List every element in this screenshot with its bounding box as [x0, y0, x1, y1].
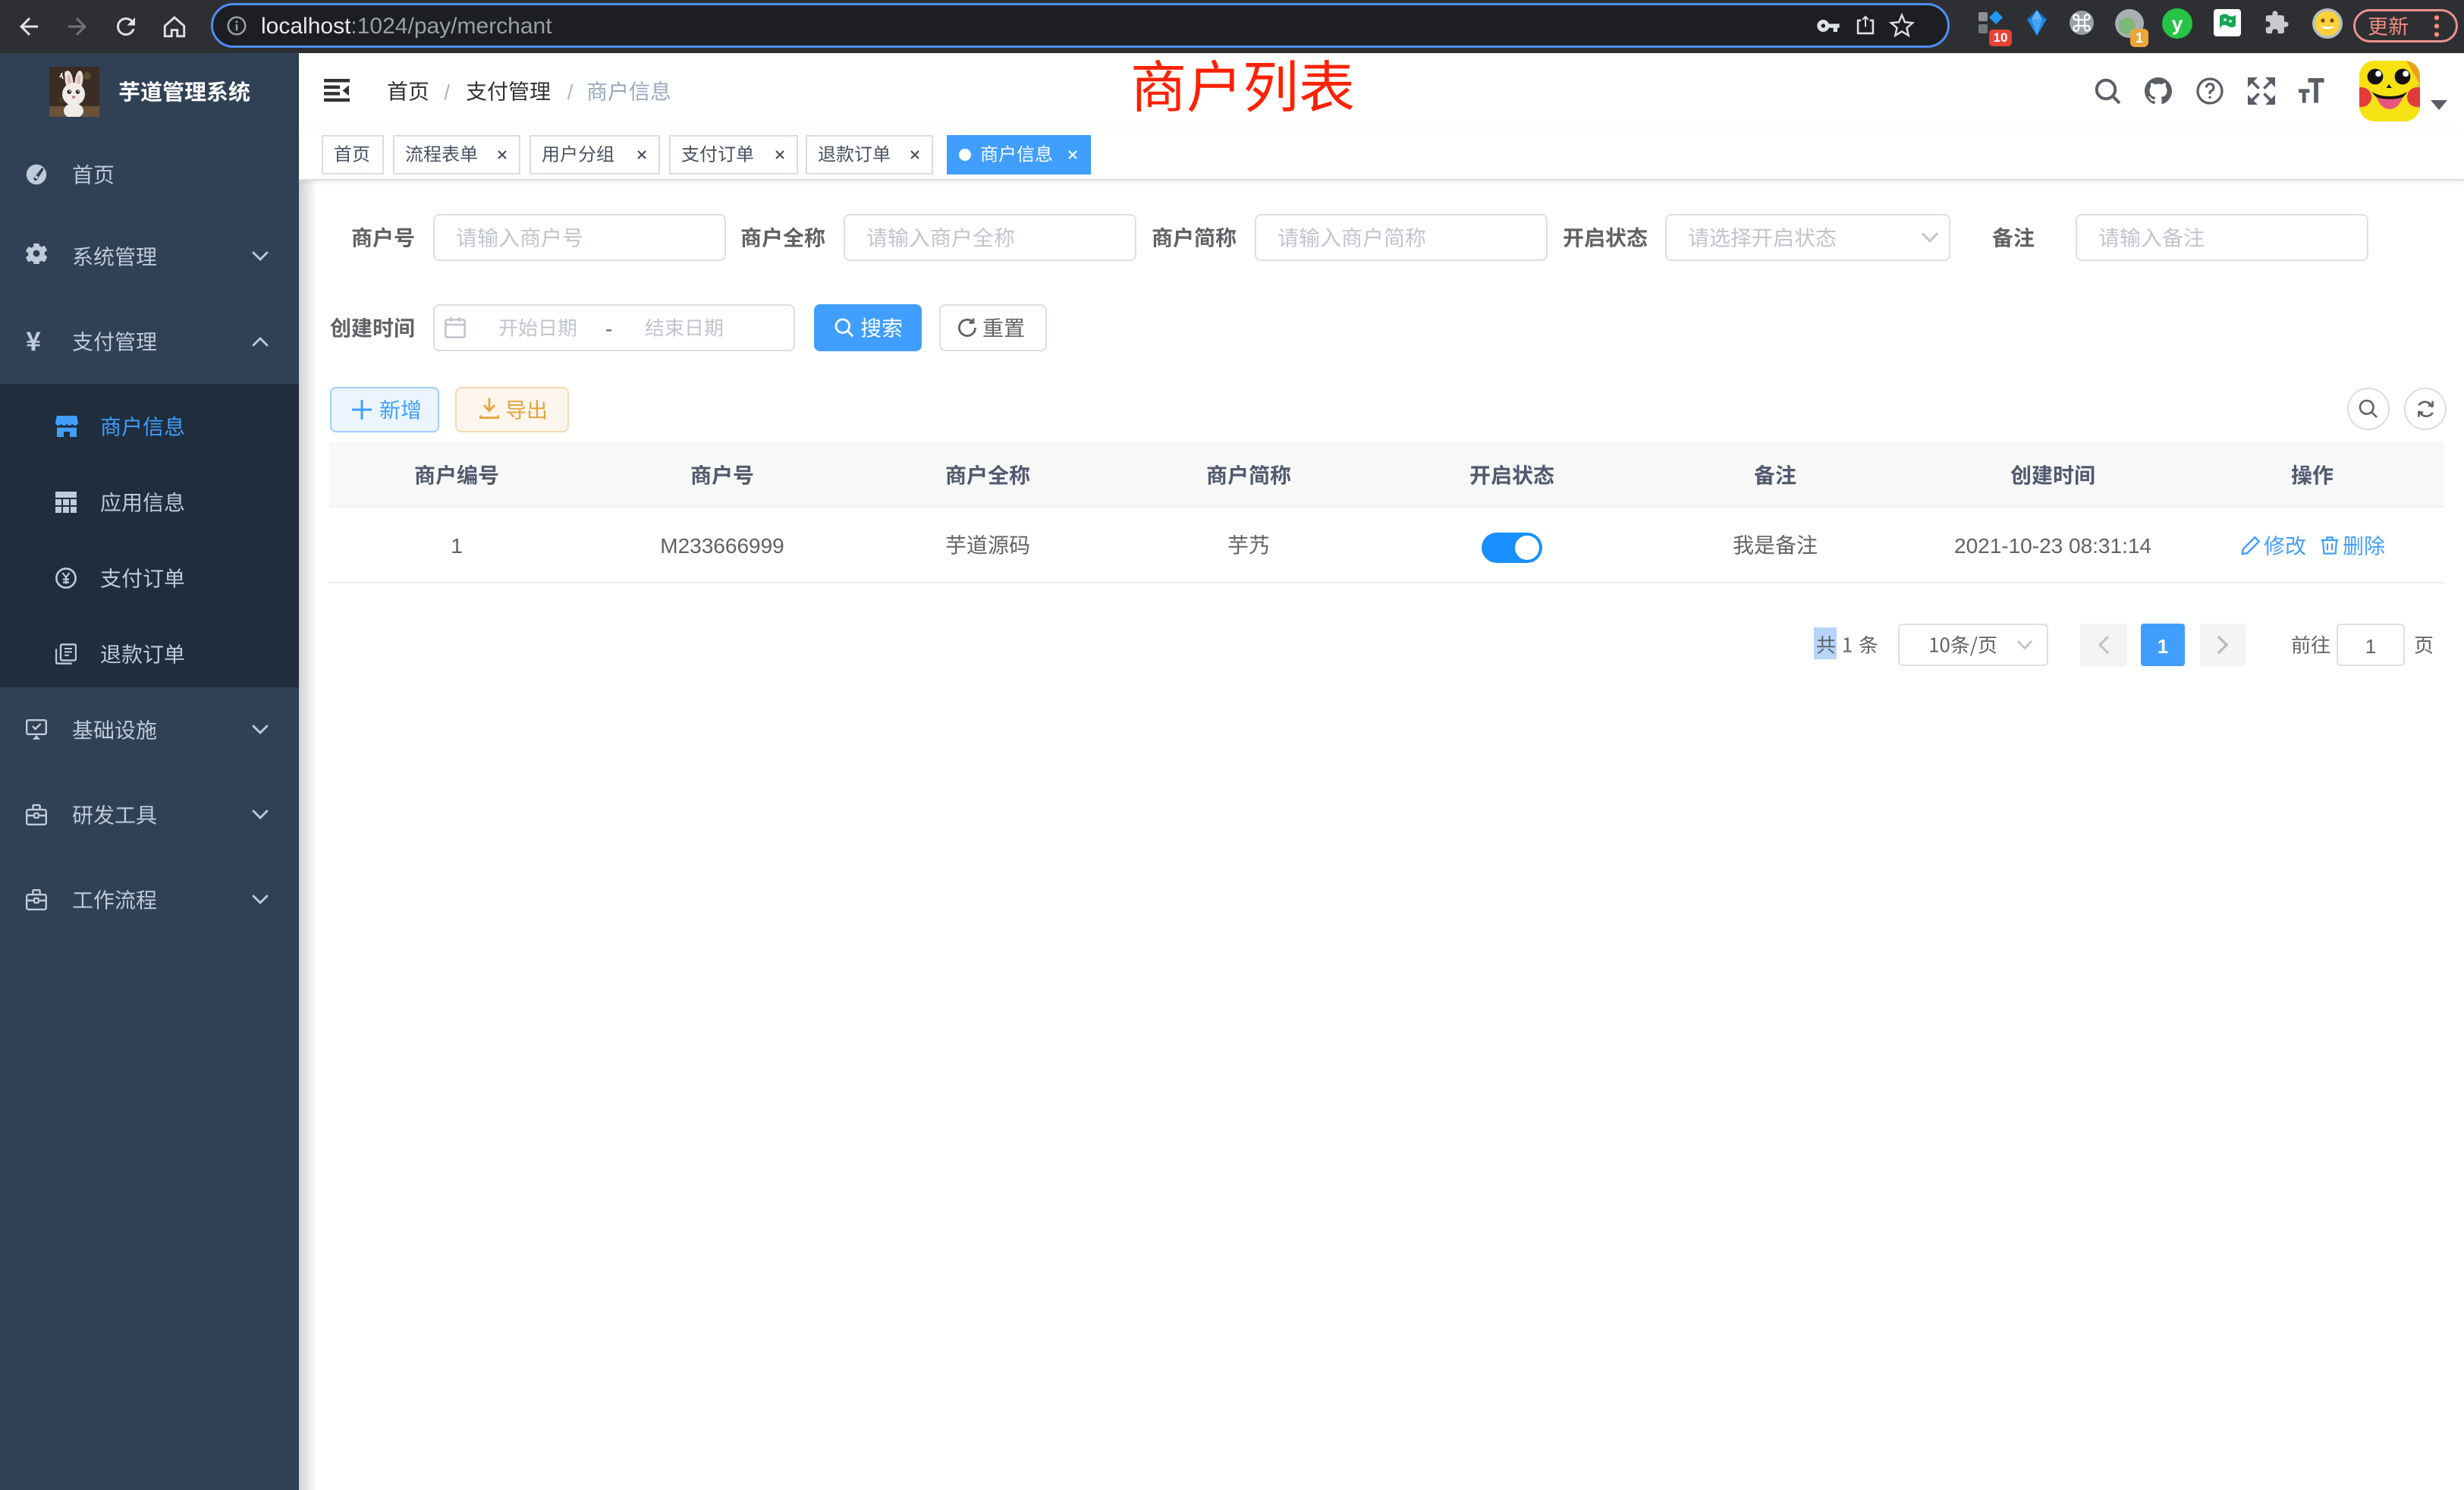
- svg-text:y: y: [2172, 12, 2183, 35]
